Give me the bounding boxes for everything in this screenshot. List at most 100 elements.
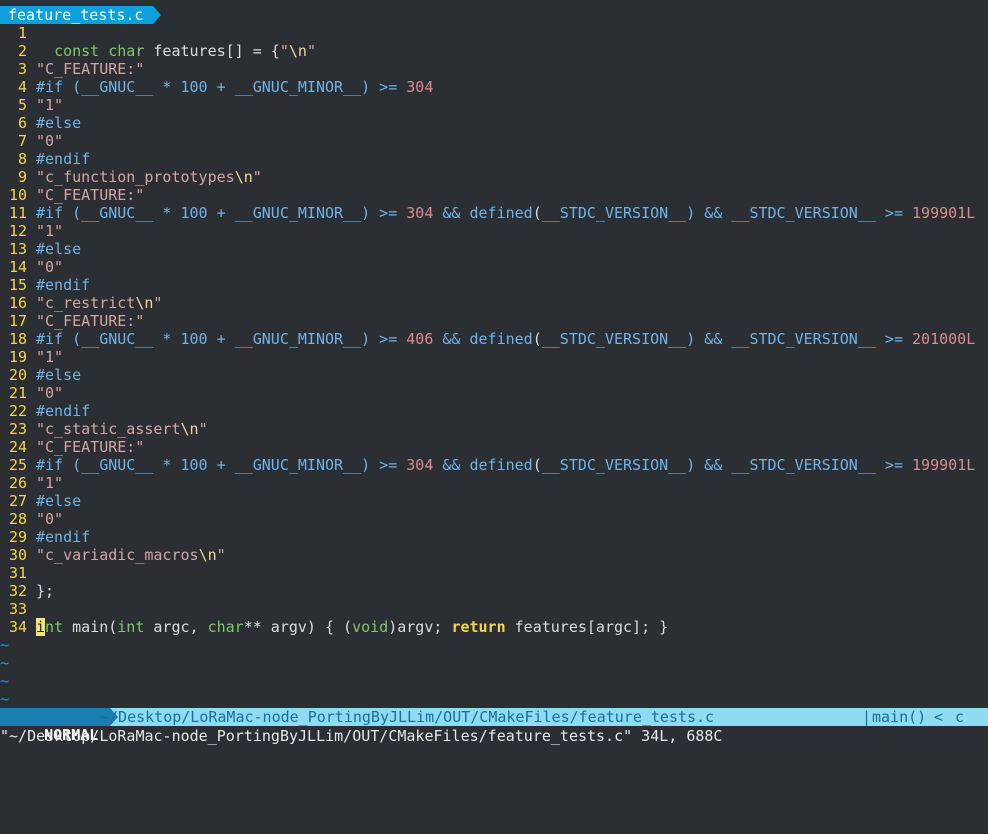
line-number: 2 [17,42,27,60]
code-line: 34 int main(int argc, char** argv) { (voi… [0,618,988,636]
code-text: "0" [36,258,64,276]
command-line[interactable]: "~/Desktop/LoRaMac-node_PortingByJLLim/O… [0,727,988,745]
code-line: 23 "c_static_assert\n" [0,420,988,438]
line-number: 7 [17,132,27,150]
code-text: #else [36,240,82,258]
code-line: 3 "C_FEATURE:" [0,60,988,78]
file-path: ~/Desktop/LoRaMac-node_PortingByJLLim/OU… [100,708,715,726]
line-number: 23 [8,420,27,438]
code-line: 8 #endif [0,150,988,168]
line-number: 15 [8,276,27,294]
code-text: #endif [36,276,91,294]
code-line: 29 #endif [0,528,988,546]
line-number: 11 [8,204,27,222]
code-line: 24 "C_FEATURE:" [0,438,988,456]
code-line: 20 #else [0,366,988,384]
code-text: #endif [36,150,91,168]
code-text: "C_FEATURE:" [36,438,145,456]
code-line: 4 #if (__GNUC__ * 100 + __GNUC_MINOR__) >… [0,78,988,96]
line-number: 27 [8,492,27,510]
editor-buffer[interactable]: 12 const char features[] = {"\n" 3 "C_FEAT… [0,24,988,705]
code-line: 27 #else [0,492,988,510]
line-number: 21 [8,384,27,402]
line-number: 24 [8,438,27,456]
code-line: 11 #if (__GNUC__ * 100 + __GNUC_MINOR__) … [0,204,988,222]
code-text: "C_FEATURE:" [36,186,145,204]
code-text: const char features[] = {"\n" [54,42,316,60]
line-number: 34 [8,618,27,636]
line-number: 26 [8,474,27,492]
code-line: 17 "C_FEATURE:" [0,312,988,330]
code-text: #if (__GNUC__ * 100 + __GNUC_MINOR__) >=… [36,204,976,222]
tab-label: feature_tests.c [8,6,144,24]
mode-indicator: NORMAL [0,708,119,744]
line-number: 32 [8,582,27,600]
code-line: 14 "0" [0,258,988,276]
code-line: 19 "1" [0,348,988,366]
code-text: #endif [36,528,91,546]
line-number: 33 [8,600,27,618]
line-number: 16 [8,294,27,312]
line-number: 6 [17,114,27,132]
code-line: 9 "c_function_prototypes\n" [0,168,988,186]
line-number: 8 [17,150,27,168]
code-line: 16 "c_restrict\n" [0,294,988,312]
code-text: "1" [36,348,64,366]
tab-arrow-icon [153,6,162,24]
code-line: 5 "1" [0,96,988,114]
tab-feature-tests[interactable]: feature_tests.c [0,6,162,24]
line-number: 31 [8,564,27,582]
line-number: 3 [17,60,27,78]
empty-buffer-line: ~ [0,654,10,672]
code-line: 18 #if (__GNUC__ * 100 + __GNUC_MINOR__) … [0,330,988,348]
line-number: 19 [8,348,27,366]
line-number: 20 [8,366,27,384]
code-text: }; [36,582,55,600]
code-line: 1 [0,24,988,42]
code-text: #if (__GNUC__ * 100 + __GNUC_MINOR__) >=… [36,456,976,474]
line-number: 14 [8,258,27,276]
code-line: 21 "0" [0,384,988,402]
code-text: "c_restrict\n" [36,294,163,312]
code-text: #else [36,492,82,510]
chevron-left-icon: < [934,708,944,726]
status-line: NORMAL ~/Desktop/LoRaMac-node_PortingByJ… [0,708,988,744]
code-line: 10 "C_FEATURE:" [0,186,988,204]
line-number: 30 [8,546,27,564]
tabline: feature_tests.c [0,6,988,24]
code-line: 25 #if (__GNUC__ * 100 + __GNUC_MINOR__) … [0,456,988,474]
code-text: "C_FEATURE:" [36,312,145,330]
code-line: 26 "1" [0,474,988,492]
code-line: 6 #else [0,114,988,132]
current-function: main() [872,708,927,726]
code-text: "1" [36,222,64,240]
empty-buffer-line: ~ [0,636,10,654]
line-number: 9 [17,168,27,186]
code-line: 7 "0" [0,132,988,150]
code-text: "c_variadic_macros\n" [36,546,226,564]
code-text: "0" [36,384,64,402]
code-line: 31 [0,564,988,582]
code-text: #else [36,114,82,132]
line-number: 4 [17,78,27,96]
line-number: 29 [8,528,27,546]
line-number: 17 [8,312,27,330]
line-number: 5 [17,96,27,114]
code-line: 13 #else [0,240,988,258]
code-text: #endif [36,402,91,420]
code-text: "1" [36,474,64,492]
code-text: "c_static_assert\n" [36,420,208,438]
line-number: 28 [8,510,27,528]
empty-buffer-line: ~ [0,690,10,705]
code-text: "0" [36,510,64,528]
code-line: 30 "c_variadic_macros\n" [0,546,988,564]
code-line: 22 #endif [0,402,988,420]
code-text: int main(int argc, char** argv) { (void)… [36,618,669,636]
empty-buffer-line: ~ [0,672,10,690]
line-number: 1 [17,24,27,42]
code-line: 32}; [0,582,988,600]
line-number: 25 [8,456,27,474]
code-line: 15 #endif [0,276,988,294]
line-number: 22 [8,402,27,420]
code-text: "C_FEATURE:" [36,60,145,78]
